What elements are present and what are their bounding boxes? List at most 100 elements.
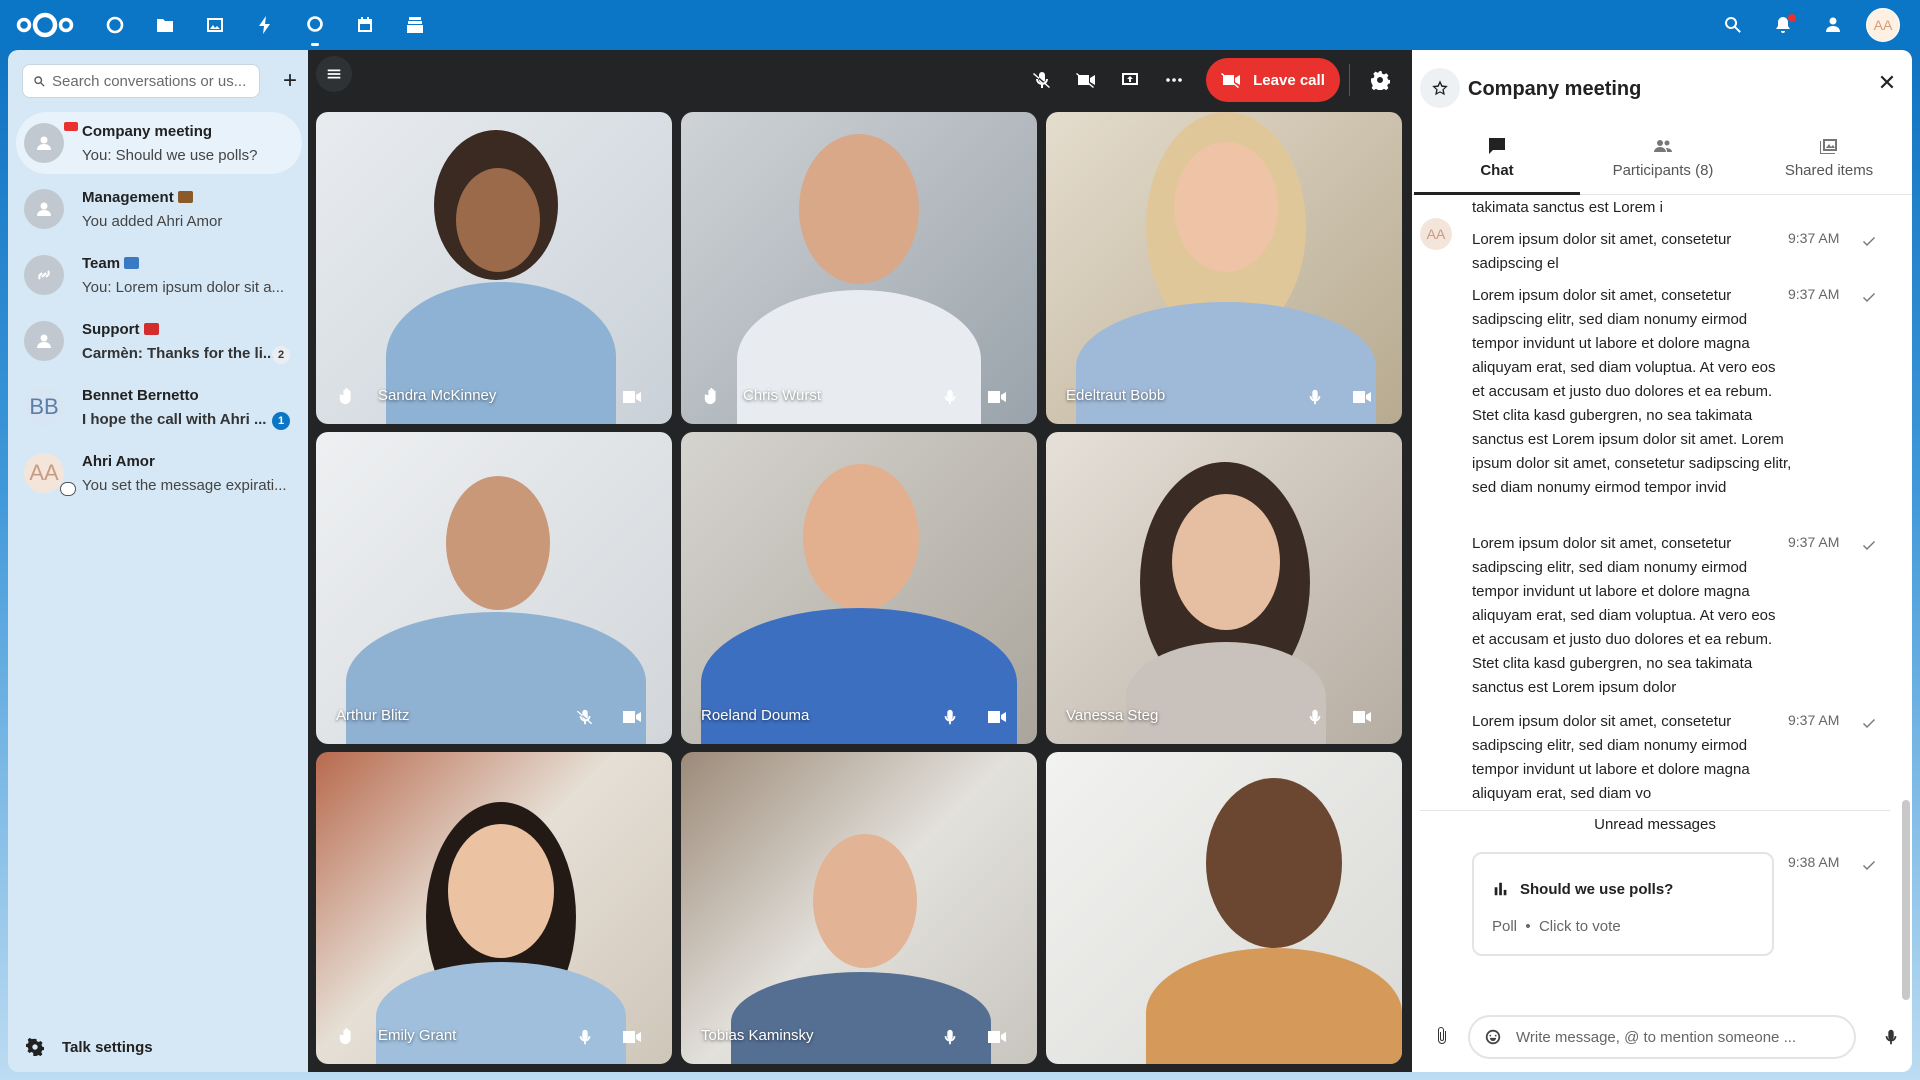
user-avatar[interactable]: AA bbox=[1866, 8, 1900, 42]
poll-title: Should we use polls? bbox=[1492, 880, 1673, 898]
poll-icon bbox=[1494, 882, 1507, 896]
camera-icon bbox=[1352, 708, 1372, 726]
microphone-off-icon bbox=[1033, 72, 1050, 88]
files-icon[interactable] bbox=[150, 10, 180, 40]
shared-items-icon bbox=[1820, 139, 1837, 154]
menu-icon bbox=[327, 69, 341, 79]
video-tile[interactable]: Chris Wurst bbox=[681, 112, 1037, 424]
participant-name: Vanessa Steg bbox=[1066, 707, 1159, 724]
participant-name: Edeltraut Bobb bbox=[1066, 387, 1166, 404]
participant-face bbox=[1172, 494, 1280, 630]
close-icon: ✕ bbox=[1877, 70, 1897, 95]
disable-camera-button[interactable] bbox=[1068, 62, 1104, 98]
voice-message-button[interactable] bbox=[1882, 1028, 1900, 1046]
attachment-button[interactable] bbox=[1432, 1026, 1452, 1046]
video-tile[interactable]: Vanessa Steg bbox=[1046, 432, 1402, 744]
call-view: Leave call Sandra McKinney Chris Wurst E… bbox=[308, 50, 1412, 1072]
deck-icon[interactable] bbox=[400, 10, 430, 40]
star-icon bbox=[1432, 80, 1448, 96]
raised-hand-icon bbox=[338, 1026, 356, 1046]
participant-name: Roeland Douma bbox=[701, 707, 810, 724]
video-tile[interactable]: Sandra McKinney bbox=[316, 112, 672, 424]
poll-card[interactable]: Should we use polls? Poll • Click to vot… bbox=[1472, 852, 1774, 956]
conversation-last-message: You: Lorem ipsum dolor sit a... bbox=[82, 279, 285, 296]
unread-count-badge: 1 bbox=[272, 412, 290, 430]
chat-message: Lorem ipsum dolor sit amet, consetetur s… bbox=[1472, 535, 1776, 696]
avatar: BB bbox=[24, 387, 64, 427]
link-avatar bbox=[24, 255, 64, 295]
camera-icon bbox=[987, 708, 1007, 726]
tab-chat[interactable]: Chat bbox=[1414, 136, 1580, 196]
message-time: 9:37 AM bbox=[1788, 230, 1840, 246]
nextcloud-logo-icon[interactable] bbox=[14, 10, 76, 40]
share-screen-button[interactable] bbox=[1112, 62, 1148, 98]
conversation-item-company-meeting[interactable]: Company meeting You: Should we use polls… bbox=[16, 112, 302, 174]
toggle-sidebar-button[interactable] bbox=[316, 56, 352, 92]
contacts-icon[interactable] bbox=[1818, 10, 1848, 40]
camera-icon bbox=[987, 388, 1007, 406]
top-bar: AA bbox=[0, 0, 1920, 50]
video-tile[interactable] bbox=[1046, 752, 1402, 1064]
search-icon bbox=[34, 75, 45, 87]
participant-face bbox=[456, 168, 540, 272]
poll-subtitle: Poll • Click to vote bbox=[1492, 918, 1621, 935]
chat-message-fragment: takimata sanctus est Lorem i bbox=[1472, 199, 1663, 216]
leave-call-button[interactable]: Leave call bbox=[1206, 58, 1340, 102]
screen-share-icon bbox=[1122, 73, 1138, 85]
sent-check-icon bbox=[1862, 290, 1876, 304]
participant-face bbox=[446, 476, 550, 610]
message-input[interactable]: Write message, @ to mention someone ... bbox=[1468, 1015, 1856, 1059]
emoji-icon[interactable] bbox=[1484, 1028, 1502, 1046]
conversation-last-message: Carmèn: Thanks for the li... bbox=[82, 345, 276, 362]
conversation-item-management[interactable]: Management You added Ahri Amor bbox=[16, 178, 302, 240]
participant-body bbox=[731, 972, 991, 1064]
microphone-icon bbox=[1306, 388, 1324, 406]
conversation-item-ahri-amor[interactable]: AA Ahri Amor You set the message expirat… bbox=[16, 442, 302, 504]
video-tile[interactable]: Roeland Douma bbox=[681, 432, 1037, 744]
conversation-item-support[interactable]: Support Carmèn: Thanks for the li... 2 bbox=[16, 310, 302, 372]
participant-face bbox=[803, 464, 919, 610]
video-tile[interactable]: Emily Grant bbox=[316, 752, 672, 1064]
dashboard-icon[interactable] bbox=[100, 10, 130, 40]
search-input[interactable]: Search conversations or us... bbox=[22, 64, 260, 98]
call-in-progress-icon bbox=[64, 122, 78, 131]
participant-body bbox=[346, 612, 646, 744]
conversation-title: Ahri Amor bbox=[82, 453, 155, 470]
calendar-icon[interactable] bbox=[350, 10, 380, 40]
message-placeholder: Write message, @ to mention someone ... bbox=[1516, 1028, 1797, 1046]
search-icon[interactable] bbox=[1718, 10, 1748, 40]
message-time: 9:37 AM bbox=[1788, 534, 1840, 550]
conversation-title: Bennet Bernetto bbox=[82, 387, 199, 404]
activity-icon[interactable] bbox=[250, 10, 280, 40]
raised-hand-icon bbox=[703, 386, 721, 406]
active-tab-indicator bbox=[1414, 192, 1580, 195]
call-settings-button[interactable] bbox=[1362, 62, 1398, 98]
video-tile[interactable]: Arthur Blitz bbox=[316, 432, 672, 744]
conversation-item-team[interactable]: Team You: Lorem ipsum dolor sit a... bbox=[16, 244, 302, 306]
favorite-button[interactable] bbox=[1420, 68, 1460, 108]
search-placeholder: Search conversations or us... bbox=[52, 72, 247, 90]
conversation-item-bennet-bernetto[interactable]: BB Bennet Bernetto I hope the call with … bbox=[16, 376, 302, 438]
add-conversation-button[interactable]: + bbox=[276, 67, 304, 95]
talk-settings-button[interactable]: Talk settings bbox=[26, 1038, 153, 1056]
camera-icon bbox=[622, 388, 642, 406]
video-tile[interactable]: Tobias Kaminsky bbox=[681, 752, 1037, 1064]
video-tile[interactable]: Edeltraut Bobb bbox=[1046, 112, 1402, 424]
tab-participants[interactable]: Participants (8) bbox=[1580, 136, 1746, 196]
unread-count-badge: 2 bbox=[272, 346, 290, 364]
avatar: AA bbox=[24, 453, 64, 493]
gear-icon bbox=[1371, 71, 1390, 90]
camera-icon bbox=[1352, 388, 1372, 406]
tab-shared-items[interactable]: Shared items bbox=[1746, 136, 1912, 196]
close-panel-button[interactable]: ✕ bbox=[1872, 68, 1902, 98]
click-to-vote-link[interactable]: Click to vote bbox=[1539, 918, 1621, 935]
photos-icon[interactable] bbox=[200, 10, 230, 40]
paperclip-icon bbox=[1438, 1027, 1446, 1044]
more-actions-button[interactable] bbox=[1156, 62, 1192, 98]
notification-dot bbox=[1788, 14, 1796, 22]
chat-scrollbar[interactable] bbox=[1902, 800, 1910, 1000]
mute-microphone-button[interactable] bbox=[1024, 62, 1060, 98]
camera-icon bbox=[622, 1028, 642, 1046]
participant-body bbox=[376, 962, 626, 1064]
talk-icon[interactable] bbox=[300, 10, 330, 46]
